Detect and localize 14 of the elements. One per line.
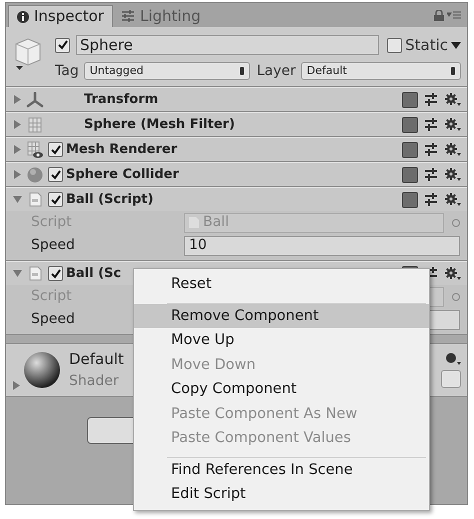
component-title: Transform bbox=[84, 90, 158, 109]
field-label: Speed bbox=[31, 236, 76, 255]
shader-label: Shader bbox=[69, 372, 120, 391]
material-name: Default bbox=[69, 349, 124, 370]
static-label: Static bbox=[405, 35, 448, 56]
field-label: Script bbox=[31, 287, 73, 306]
field-label: Script bbox=[31, 213, 73, 232]
layer-label: Layer bbox=[256, 62, 296, 80]
tag-label: Tag bbox=[55, 62, 79, 80]
component-title: Sphere Collider bbox=[66, 166, 179, 184]
component-title: Sphere (Mesh Filter) bbox=[84, 116, 235, 134]
component-title: Ball (Script) bbox=[66, 190, 154, 209]
component-title: Mesh Renderer bbox=[66, 140, 178, 159]
component-title: Ball (Sc bbox=[66, 264, 122, 283]
